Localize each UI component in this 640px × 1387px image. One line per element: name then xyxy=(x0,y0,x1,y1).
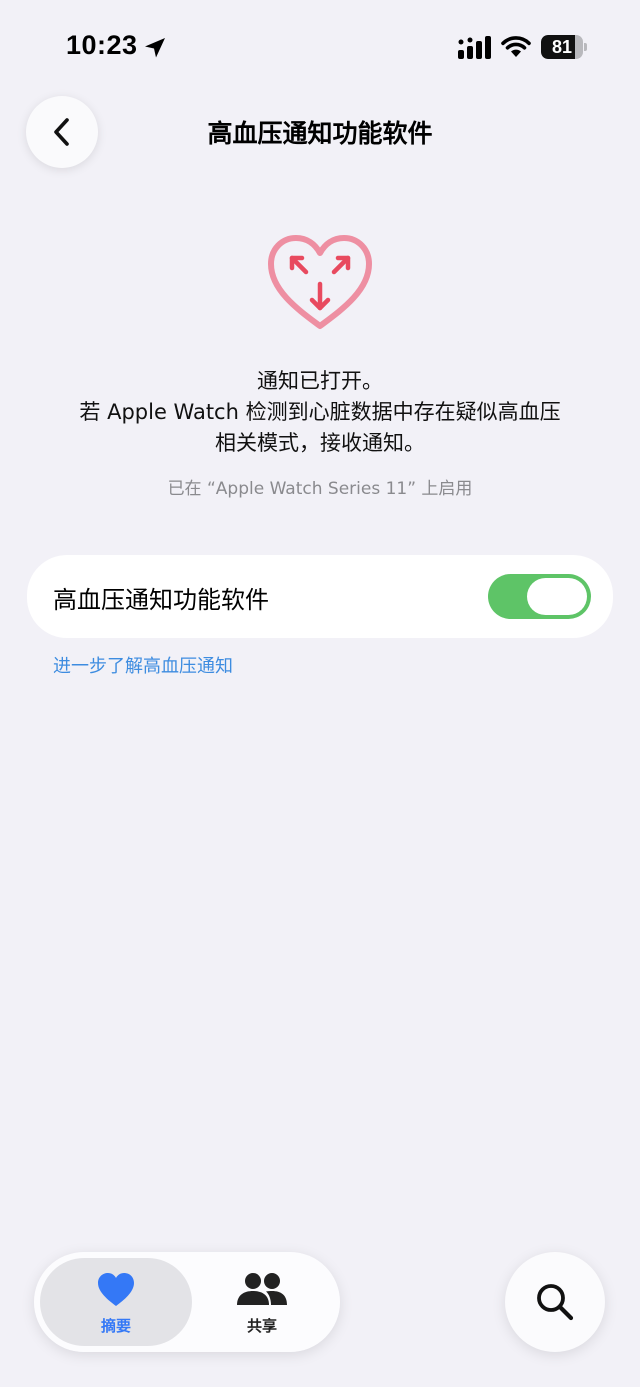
search-button[interactable] xyxy=(505,1252,605,1352)
tab-sharing-label: 共享 xyxy=(246,1317,277,1335)
status-message: 通知已打开。 xyxy=(257,369,383,393)
search-icon xyxy=(537,1284,574,1321)
heart-icon xyxy=(98,1273,134,1306)
people-icon xyxy=(237,1273,287,1305)
battery-icon: 81 xyxy=(541,35,587,59)
tab-bar: 摘要 共享 xyxy=(34,1252,340,1352)
setting-card: 高血压通知功能软件 xyxy=(27,555,613,638)
status-bar: 10:23 81 xyxy=(0,0,640,96)
description-line-2: 相关模式，接收通知。 xyxy=(215,431,425,455)
status-time: 10:23 xyxy=(66,30,138,60)
page-title: 高血压通知功能软件 xyxy=(207,119,433,148)
heart-arrows-icon xyxy=(268,235,372,329)
hypertension-notifications-toggle[interactable] xyxy=(488,574,591,619)
tab-sharing[interactable]: 共享 xyxy=(186,1258,338,1346)
toggle-knob xyxy=(527,578,587,615)
chevron-left-icon xyxy=(54,118,69,146)
battery-level: 81 xyxy=(551,37,573,57)
tab-summary[interactable]: 摘要 xyxy=(40,1258,192,1346)
back-button[interactable] xyxy=(26,96,98,168)
location-arrow-icon xyxy=(145,38,165,58)
wifi-icon xyxy=(501,36,531,57)
enabled-device-note: 已在 “Apple Watch Series 11” 上启用 xyxy=(167,479,473,499)
description-line-1: 若 Apple Watch 检测到心脏数据中存在疑似高血压 xyxy=(79,400,561,424)
signal-icon xyxy=(458,36,491,59)
learn-more-link[interactable]: 进一步了解高血压通知 xyxy=(53,652,233,678)
tab-summary-label: 摘要 xyxy=(100,1317,131,1335)
setting-label: 高血压通知功能软件 xyxy=(53,586,269,614)
